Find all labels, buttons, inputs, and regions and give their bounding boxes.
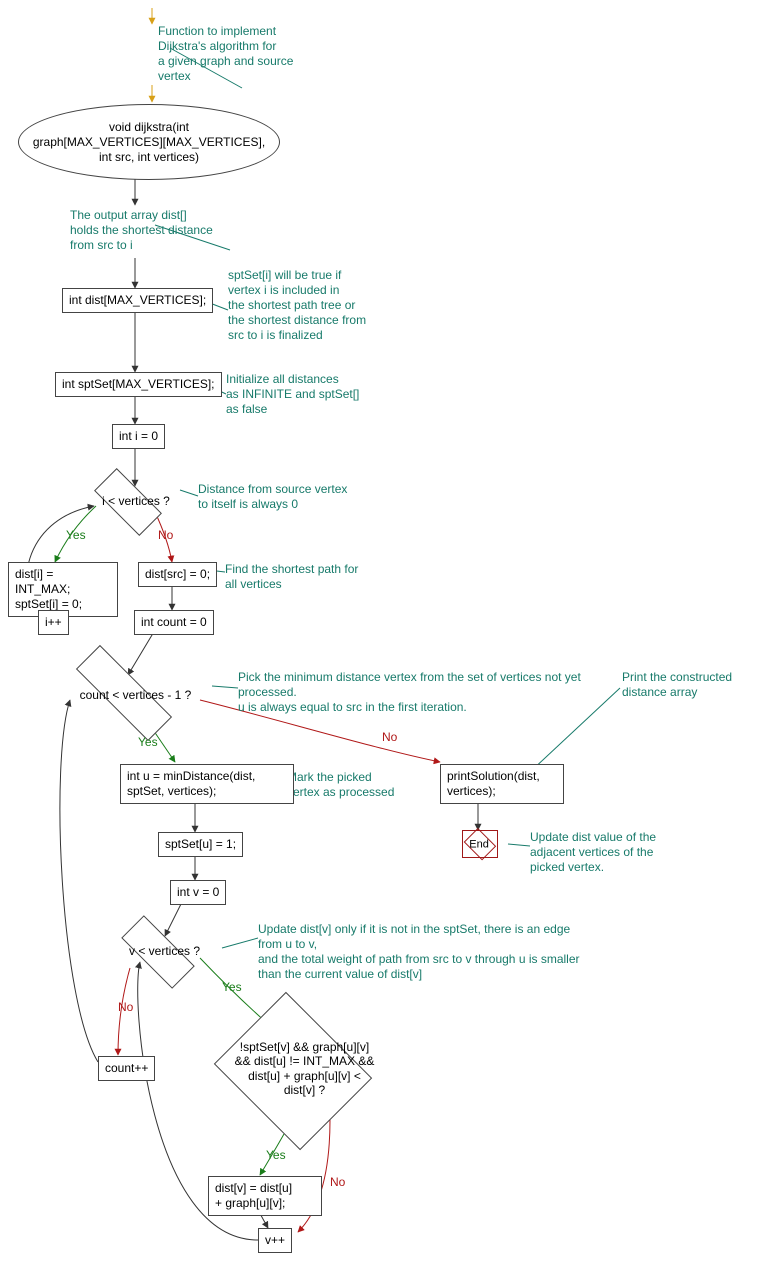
node-mindist: int u = minDistance(dist, sptSet, vertic… (120, 764, 294, 804)
node-signature: void dijkstra(int graph[MAX_VERTICES][MA… (18, 104, 280, 180)
comment-dist: The output array dist[] holds the shorte… (70, 208, 250, 253)
node-signature-text: void dijkstra(int graph[MAX_VERTICES][MA… (33, 120, 265, 165)
edges-layer (0, 0, 766, 1276)
comment-mark: Mark the picked vertex as processed (287, 770, 422, 800)
edge-no-count: No (382, 730, 397, 744)
comment-sptset: sptSet[i] will be true if vertex i is in… (228, 268, 398, 343)
comment-updatev: Update dist[v] only if it is not in the … (258, 922, 638, 982)
node-countpp: count++ (98, 1056, 155, 1081)
node-vpp: v++ (258, 1228, 292, 1253)
node-marku: sptSet[u] = 1; (158, 832, 243, 857)
comment-pick: Pick the minimum distance vertex from th… (238, 670, 618, 715)
comment-src0: Distance from source vertex to itself is… (198, 482, 383, 512)
node-count0: int count = 0 (134, 610, 214, 635)
node-ipp: i++ (38, 610, 69, 635)
edge-yes-i: Yes (66, 528, 86, 542)
edge-yes-cond: Yes (266, 1148, 286, 1162)
node-init-body: dist[i] = INT_MAX; sptSet[i] = 0; (8, 562, 118, 617)
node-end-text: End (469, 839, 489, 851)
comment-init: Initialize all distances as INFINITE and… (226, 372, 386, 417)
node-i0: int i = 0 (112, 424, 165, 449)
comment-function: Function to implement Dijkstra's algorit… (158, 24, 323, 84)
node-update: dist[v] = dist[u] + graph[u][v]; (208, 1176, 322, 1216)
node-v0: int v = 0 (170, 880, 226, 905)
node-src0: dist[src] = 0; (138, 562, 217, 587)
comment-print: Print the constructed distance array (622, 670, 762, 700)
node-sptset-decl: int sptSet[MAX_VERTICES]; (55, 372, 222, 397)
edge-yes-v: Yes (222, 980, 242, 994)
node-dist-decl: int dist[MAX_VERTICES]; (62, 288, 213, 313)
comment-updateadj: Update dist value of the adjacent vertic… (530, 830, 690, 875)
edge-no-v: No (118, 1000, 133, 1014)
comment-findall: Find the shortest path for all vertices (225, 562, 385, 592)
edge-no-i: No (158, 528, 173, 542)
edge-yes-count: Yes (138, 735, 158, 749)
node-print: printSolution(dist, vertices); (440, 764, 564, 804)
node-end: End (462, 830, 498, 858)
edge-no-cond: No (330, 1175, 345, 1189)
